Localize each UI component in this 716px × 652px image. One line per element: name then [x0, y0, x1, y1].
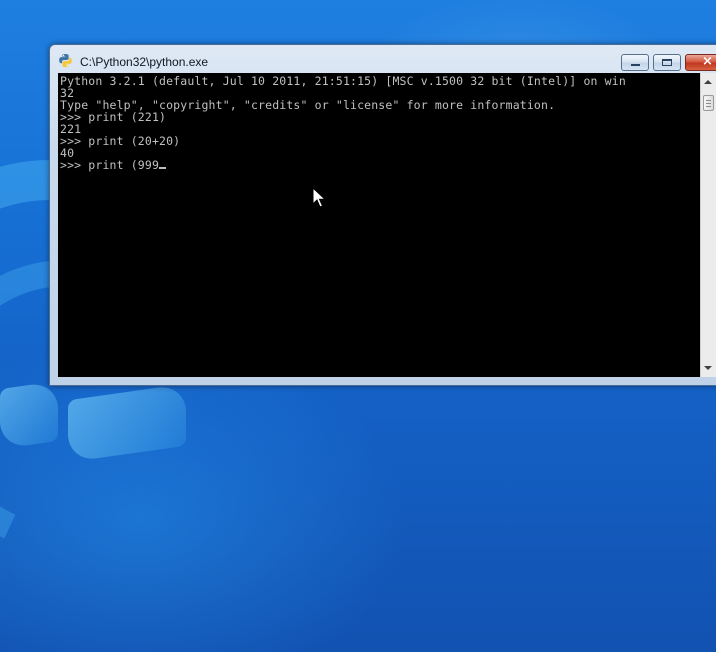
python-icon[interactable] [58, 53, 73, 68]
vertical-scrollbar[interactable] [700, 73, 716, 377]
maximize-icon [662, 59, 672, 66]
close-button[interactable]: × [685, 54, 716, 71]
window-title: C:\Python32\python.exe [80, 55, 209, 69]
console-line: Python 3.2.1 (default, Jul 10 2011, 21:5… [60, 74, 626, 88]
title-bar[interactable]: C:\Python32\python.exe × [50, 45, 716, 73]
minimize-button[interactable] [621, 54, 649, 71]
grip-line [706, 103, 711, 104]
mouse-pointer-icon [312, 187, 326, 208]
maximize-button[interactable] [653, 54, 681, 71]
console-line: >>> print (20+20) [60, 134, 181, 148]
scroll-thumb[interactable] [703, 95, 714, 111]
scroll-up-icon[interactable] [704, 80, 712, 84]
console-input-line[interactable]: >>> print (999 [60, 159, 626, 171]
wallpaper-flag-pane [0, 380, 58, 450]
close-icon: × [702, 54, 713, 69]
minimize-icon [631, 64, 640, 66]
console-line: >>> print (221) [60, 110, 167, 124]
grip-line [706, 106, 711, 107]
grip-line [706, 100, 711, 101]
scroll-down-icon[interactable] [704, 366, 712, 370]
current-input[interactable]: >>> print (999 [60, 158, 159, 172]
console-text: Python 3.2.1 (default, Jul 10 2011, 21:5… [60, 75, 626, 171]
console-output-area[interactable]: Python 3.2.1 (default, Jul 10 2011, 21:5… [58, 73, 700, 377]
text-cursor [159, 167, 167, 169]
python-console-window[interactable]: C:\Python32\python.exe × Python 3.2.1 (d… [49, 44, 716, 386]
